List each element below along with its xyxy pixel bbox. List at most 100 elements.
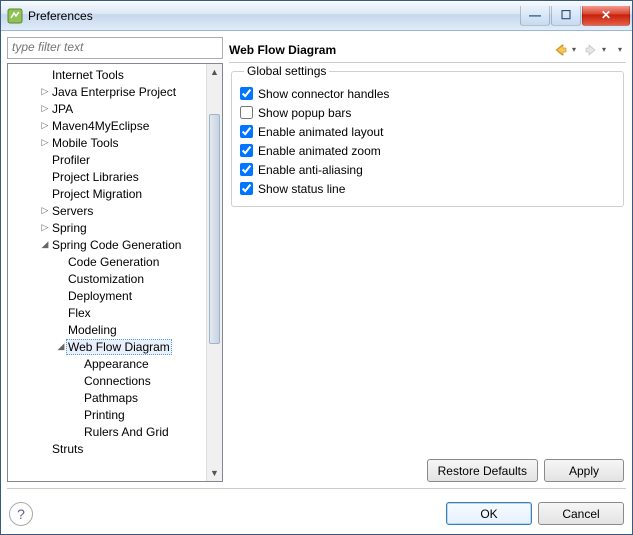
checkbox[interactable] — [240, 106, 253, 119]
tree-item[interactable]: Customization — [8, 270, 206, 287]
tree-item-label: Rulers And Grid — [82, 425, 171, 439]
checkbox-row: Enable animated layout — [240, 122, 615, 141]
checkbox-label: Show status line — [258, 182, 345, 196]
tree-item[interactable]: ▷Mobile Tools — [8, 134, 206, 151]
tree-item-label: Project Migration — [50, 187, 144, 201]
checkbox-row: Show popup bars — [240, 103, 615, 122]
tree-item-label: Web Flow Diagram — [66, 339, 172, 355]
scroll-up-icon[interactable]: ▲ — [207, 64, 222, 80]
tree-item[interactable]: Appearance — [8, 355, 206, 372]
tree-item-label: Pathmaps — [82, 391, 140, 405]
tree-toggle-icon[interactable]: ▷ — [40, 222, 50, 233]
tree-item-label: Deployment — [66, 289, 134, 303]
page-nav: ▾ ▾ ▾ — [552, 41, 626, 59]
tree-item[interactable]: Project Libraries — [8, 168, 206, 185]
tree-item[interactable]: Printing — [8, 406, 206, 423]
tree-item[interactable]: Connections — [8, 372, 206, 389]
titlebar[interactable]: Preferences — ☐ ✕ — [1, 1, 632, 31]
maximize-button[interactable]: ☐ — [551, 6, 581, 26]
tree-toggle-icon[interactable]: ▷ — [40, 205, 50, 216]
nav-back-caret-icon[interactable]: ▾ — [572, 45, 580, 54]
preferences-tree[interactable]: Internet Tools▷Java Enterprise Project▷J… — [8, 64, 206, 481]
app-icon — [7, 8, 23, 24]
tree-item[interactable]: Internet Tools — [8, 66, 206, 83]
scroll-thumb[interactable] — [209, 114, 220, 344]
tree-item[interactable]: ▷JPA — [8, 100, 206, 117]
tree-item-label: Java Enterprise Project — [50, 85, 178, 99]
tree-item-label: Project Libraries — [50, 170, 141, 184]
tree-item-label: JPA — [50, 102, 75, 116]
checkbox-label: Show popup bars — [258, 106, 351, 120]
checkbox[interactable] — [240, 182, 253, 195]
tree-toggle-icon[interactable]: ◢ — [40, 239, 50, 250]
tree-toggle-icon[interactable]: ▷ — [40, 137, 50, 148]
filter-box — [7, 37, 223, 59]
tree-item-label: Code Generation — [66, 255, 161, 269]
global-settings-group: Global settings Show connector handlesSh… — [231, 71, 624, 207]
tree-item-label: Customization — [66, 272, 146, 286]
checkbox-row: Enable anti-aliasing — [240, 160, 615, 179]
tree-item-label: Spring — [50, 221, 89, 235]
tree-item-label: Profiler — [50, 153, 92, 167]
page-buttons: Restore Defaults Apply — [229, 455, 626, 482]
tree-item[interactable]: ▷Java Enterprise Project — [8, 83, 206, 100]
tree-item-label: Struts — [50, 442, 85, 456]
tree-item-label: Internet Tools — [50, 68, 126, 82]
tree-item[interactable]: Deployment — [8, 287, 206, 304]
page-header: Web Flow Diagram ▾ ▾ ▾ — [229, 37, 626, 63]
close-button[interactable]: ✕ — [582, 6, 630, 26]
nav-back-button[interactable] — [552, 41, 570, 59]
tree-item[interactable]: Flex — [8, 304, 206, 321]
content-area: Internet Tools▷Java Enterprise Project▷J… — [1, 31, 632, 488]
checkbox[interactable] — [240, 125, 253, 138]
tree-item-label: Mobile Tools — [50, 136, 120, 150]
tree-container: Internet Tools▷Java Enterprise Project▷J… — [7, 63, 223, 482]
tree-item[interactable]: ▷Spring — [8, 219, 206, 236]
checkbox[interactable] — [240, 87, 253, 100]
tree-item[interactable]: Project Migration — [8, 185, 206, 202]
tree-toggle-icon[interactable]: ▷ — [40, 86, 50, 97]
nav-menu-caret-icon[interactable]: ▾ — [618, 45, 626, 54]
dialog-footer: ? OK Cancel — [7, 488, 626, 532]
filter-input[interactable] — [12, 40, 218, 54]
tree-item[interactable]: Struts — [8, 440, 206, 457]
tree-scrollbar[interactable]: ▲ ▼ — [206, 64, 222, 481]
ok-button[interactable]: OK — [446, 502, 532, 525]
minimize-button[interactable]: — — [520, 6, 550, 26]
nav-forward-button[interactable] — [582, 41, 600, 59]
tree-item[interactable]: ▷Maven4MyEclipse — [8, 117, 206, 134]
preferences-window: Preferences — ☐ ✕ Internet Tools▷Java En… — [0, 0, 633, 535]
checkbox-label: Show connector handles — [258, 87, 389, 101]
tree-item-label: Modeling — [66, 323, 119, 337]
tree-item[interactable]: Profiler — [8, 151, 206, 168]
tree-toggle-icon[interactable]: ▷ — [40, 103, 50, 114]
apply-button[interactable]: Apply — [544, 459, 624, 482]
tree-item-label: Spring Code Generation — [50, 238, 183, 252]
tree-item[interactable]: ◢Web Flow Diagram — [8, 338, 206, 355]
tree-item[interactable]: Modeling — [8, 321, 206, 338]
tree-toggle-icon[interactable]: ◢ — [56, 341, 66, 352]
restore-defaults-button[interactable]: Restore Defaults — [427, 459, 538, 482]
page-title: Web Flow Diagram — [229, 43, 552, 57]
nav-forward-caret-icon[interactable]: ▾ — [602, 45, 610, 54]
checkbox-row: Enable animated zoom — [240, 141, 615, 160]
cancel-button[interactable]: Cancel — [538, 502, 624, 525]
tree-item-label: Maven4MyEclipse — [50, 119, 151, 133]
group-label: Global settings — [244, 64, 329, 78]
tree-item-label: Connections — [82, 374, 153, 388]
tree-item-label: Printing — [82, 408, 127, 422]
tree-toggle-icon[interactable]: ▷ — [40, 120, 50, 131]
scroll-down-icon[interactable]: ▼ — [207, 465, 222, 481]
help-button[interactable]: ? — [9, 502, 33, 526]
checkbox[interactable] — [240, 144, 253, 157]
tree-item[interactable]: ◢Spring Code Generation — [8, 236, 206, 253]
tree-item[interactable]: ▷Servers — [8, 202, 206, 219]
tree-item[interactable]: Rulers And Grid — [8, 423, 206, 440]
checkbox[interactable] — [240, 163, 253, 176]
tree-item[interactable]: Code Generation — [8, 253, 206, 270]
checkbox-label: Enable animated layout — [258, 125, 383, 139]
window-title: Preferences — [28, 9, 520, 23]
tree-item[interactable]: Pathmaps — [8, 389, 206, 406]
checkbox-row: Show connector handles — [240, 84, 615, 103]
tree-item-label: Flex — [66, 306, 93, 320]
